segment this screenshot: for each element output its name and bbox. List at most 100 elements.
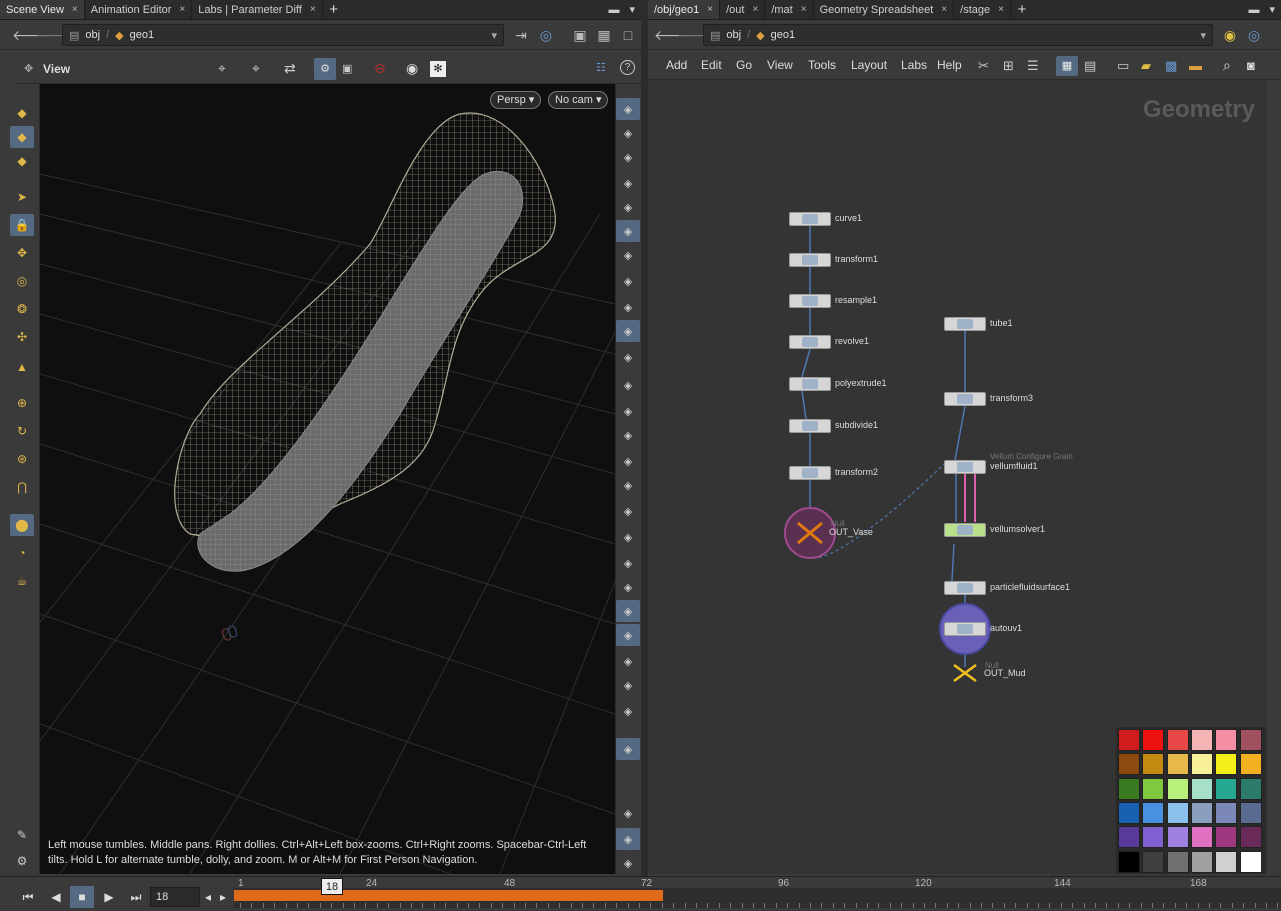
display-tool-14-icon[interactable]: ◈	[616, 450, 640, 472]
network-editor[interactable]: Geometry curve1 transform1 resample1 revolv…	[648, 80, 1267, 874]
display-tool-8-icon[interactable]: ◈	[616, 296, 640, 318]
display-tool-28-icon[interactable]: ◈	[616, 852, 640, 874]
network-path-breadcrumb[interactable]: ▤ obj / ◆ geo1 ▾	[703, 24, 1213, 46]
left-tool-12-icon[interactable]: ⊛	[10, 448, 34, 470]
left-tool-8-icon[interactable]: ✣	[10, 326, 34, 348]
tree-icon[interactable]: ⊞	[1003, 58, 1014, 74]
path-breadcrumb[interactable]: ▤ obj / ◆ geo1 ▾	[62, 24, 504, 46]
menu-add[interactable]: Add	[666, 58, 687, 72]
color-swatch[interactable]	[1142, 777, 1165, 800]
display-tool-20-icon[interactable]: ◈	[616, 600, 640, 622]
jump-end-icon[interactable]: ⏭	[124, 886, 148, 908]
display-options-icon[interactable]: ▣	[572, 27, 588, 43]
add-tab-icon[interactable]: +	[1011, 0, 1033, 19]
settings-icon[interactable]: ⚙	[10, 850, 34, 872]
color-swatch[interactable]	[1142, 753, 1165, 776]
snapping-icon[interactable]: ⚙	[314, 58, 336, 80]
color-swatch[interactable]	[1142, 801, 1165, 824]
display-tool-10-icon[interactable]: ◈	[616, 346, 640, 368]
color-swatch[interactable]	[1142, 729, 1165, 751]
tab-2[interactable]: /mat ×	[765, 0, 814, 19]
color-swatch[interactable]	[1215, 801, 1238, 824]
tab-1[interactable]: Animation Editor ×	[85, 0, 193, 19]
color-swatch[interactable]	[1190, 753, 1213, 776]
close-icon[interactable]: ×	[707, 4, 713, 15]
link-icon[interactable]: ◎	[1246, 27, 1262, 43]
display-tool-13-icon[interactable]: ◈	[616, 424, 640, 446]
box-icon[interactable]: ▬	[1189, 58, 1202, 73]
display-tool-1-icon[interactable]: ◈	[616, 122, 640, 144]
display-tool-9-icon[interactable]: ◈	[616, 320, 640, 342]
close-icon[interactable]: ×	[941, 4, 947, 15]
display-tool-7-icon[interactable]: ◈	[616, 270, 640, 292]
image-icon[interactable]: ▩	[1165, 58, 1177, 74]
left-tool-2-icon[interactable]: ◆	[10, 150, 34, 172]
sticky-icon[interactable]: ▭	[1117, 58, 1129, 74]
display-tool-18-icon[interactable]: ◈	[616, 552, 640, 574]
close-icon[interactable]: ×	[72, 4, 78, 15]
help-icon[interactable]: ?	[620, 60, 635, 75]
color-swatch[interactable]	[1166, 729, 1189, 751]
left-tool-11-icon[interactable]: ↻	[10, 420, 34, 442]
visibility-icon[interactable]: ◉	[406, 60, 418, 77]
color-swatch[interactable]	[1166, 777, 1189, 800]
color-swatch[interactable]	[1239, 729, 1262, 751]
color-swatch[interactable]	[1239, 850, 1262, 873]
tab-2[interactable]: Labs | Parameter Diff ×	[192, 0, 323, 19]
particle-icon[interactable]: ✻	[430, 61, 446, 77]
color-swatch[interactable]	[1142, 826, 1165, 849]
crumb-geo[interactable]: geo1	[771, 29, 795, 41]
no-entry-icon[interactable]: ⊖	[374, 60, 386, 77]
color-swatch[interactable]	[1118, 753, 1140, 776]
color-swatch[interactable]	[1215, 729, 1238, 751]
color-swatch[interactable]	[1239, 826, 1262, 849]
display-tool-16-icon[interactable]: ◈	[616, 500, 640, 522]
flip-tool-icon[interactable]: ⇄	[284, 60, 296, 77]
node-vellumsolver1[interactable]	[944, 523, 986, 537]
node-tube1[interactable]	[944, 317, 986, 331]
color-swatch[interactable]	[1215, 753, 1238, 776]
tab-4[interactable]: /stage ×	[954, 0, 1011, 19]
search-icon[interactable]: ⌕	[1223, 57, 1231, 74]
left-tool-1-icon[interactable]: ◆	[10, 126, 34, 148]
menu-edit[interactable]: Edit	[701, 58, 722, 72]
color-swatch[interactable]	[1118, 850, 1140, 873]
display-tool-0-icon[interactable]: ◈	[616, 98, 640, 120]
node-subdivide1[interactable]	[789, 419, 831, 433]
close-icon[interactable]: ×	[801, 4, 807, 15]
jump-start-icon[interactable]: ⏮	[16, 886, 40, 908]
color-swatch[interactable]	[1239, 777, 1262, 800]
display-settings-icon[interactable]: ☷	[596, 61, 606, 74]
prev-key-icon[interactable]: ◂	[201, 886, 215, 908]
left-tool-13-icon[interactable]: ⋂	[10, 476, 34, 498]
display-tool-4-icon[interactable]: ◈	[616, 196, 640, 218]
tab-3[interactable]: Geometry Spreadsheet ×	[814, 0, 955, 19]
display-tool-15-icon[interactable]: ◈	[616, 474, 640, 496]
brush-icon[interactable]: ✎	[10, 824, 34, 846]
chevron-down-icon[interactable]: ▾	[491, 29, 497, 42]
projection-dropdown[interactable]: Persp ▾	[490, 91, 542, 109]
left-tool-4-icon[interactable]: 🔒	[10, 214, 34, 236]
left-tool-5-icon[interactable]: ✥	[10, 242, 34, 264]
color-swatch[interactable]	[1190, 850, 1213, 873]
current-frame-indicator[interactable]: 18	[321, 878, 343, 895]
display-tool-27-icon[interactable]: ◈	[616, 828, 640, 850]
color-swatch[interactable]	[1190, 826, 1213, 849]
view-tool-icon[interactable]: ✥	[24, 62, 33, 75]
left-tool-15-icon[interactable]: ◔	[10, 542, 34, 564]
pin-icon[interactable]: ⇥	[513, 27, 529, 43]
node-vellumfluid1[interactable]	[944, 460, 986, 474]
display-tool-23-icon[interactable]: ◈	[616, 674, 640, 696]
stop-icon[interactable]: ■	[70, 886, 94, 908]
back-arrow-icon[interactable]: 🡐	[654, 27, 692, 43]
close-icon[interactable]: ×	[752, 4, 758, 15]
color-swatch[interactable]	[1190, 801, 1213, 824]
color-swatch[interactable]	[1118, 729, 1140, 751]
color-swatch[interactable]	[1215, 777, 1238, 800]
list-icon[interactable]: ☰	[1027, 58, 1039, 74]
node-particlefluidsurface1[interactable]	[944, 581, 986, 595]
next-key-icon[interactable]: ▸	[216, 886, 230, 908]
left-tool-3-icon[interactable]: ➤	[10, 186, 34, 208]
crumb-obj[interactable]: obj	[726, 29, 741, 41]
menu-layout[interactable]: Layout	[851, 58, 887, 72]
